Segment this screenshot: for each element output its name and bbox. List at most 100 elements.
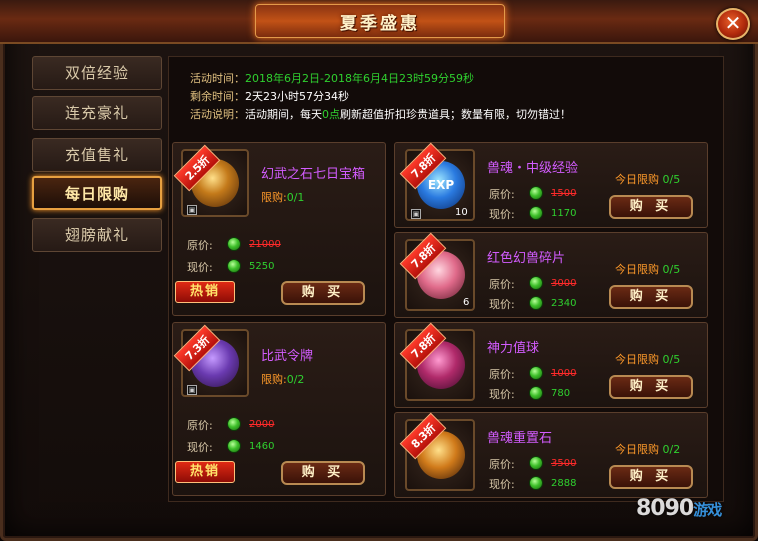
jade-coin-icon <box>529 476 543 490</box>
original-price-label: 原价: <box>489 458 515 471</box>
today-limit: 今日限购 0/5 <box>615 171 680 187</box>
current-price: 1460 <box>249 441 275 452</box>
limit-label: 限购: <box>261 373 287 386</box>
close-button[interactable]: ✕ <box>716 8 750 40</box>
jade-coin-icon <box>529 276 543 290</box>
today-limit-value: 0/2 <box>662 443 681 456</box>
event-desc-row: 活动说明：活动期间，每天0点刷新超值折扣珍贵道具；数量有限，切勿错过！ <box>190 106 571 124</box>
sidebar-item-recharge-sale[interactable]: 充值售礼 <box>32 138 162 172</box>
jade-coin-icon <box>529 186 543 200</box>
today-limit-label: 今日限购 <box>615 443 659 456</box>
current-price-label: 现价: <box>489 388 515 401</box>
original-price: 1000 <box>551 368 577 379</box>
watermark-number: 8090 <box>636 496 694 521</box>
site-watermark: 8090游戏 <box>636 496 722 521</box>
event-desc-post: 刷新超值折扣珍贵道具；数量有限，切勿错过！ <box>340 108 571 121</box>
today-limit-label: 今日限购 <box>615 173 659 186</box>
event-time-row: 活动时间：2018年6月2日-2018年6月4日23时59分59秒 <box>190 70 571 88</box>
event-desc-label: 活动说明： <box>190 108 245 121</box>
item-card: EXP ▣ 10 7.8折 兽魂・中级经验 今日限购 0/5 原价: 1500 … <box>394 142 708 228</box>
current-price-label: 现价: <box>187 441 213 454</box>
remaining-time-value: 2天23小时57分34秒 <box>245 90 349 103</box>
item-card: 8.3折 兽魂重置石 今日限购 0/2 原价: 3500 现价: 2888 购 … <box>394 412 708 498</box>
sidebar-item-double-exp[interactable]: 双倍经验 <box>32 56 162 90</box>
current-price-label: 现价: <box>187 261 213 274</box>
current-price: 2340 <box>551 298 577 309</box>
item-name: 比武令牌 <box>261 349 314 364</box>
item-name: 兽魂・中级经验 <box>487 161 579 176</box>
limit-label: 限购: <box>261 191 287 204</box>
buy-button[interactable]: 购 买 <box>609 465 693 489</box>
original-price-label: 原价: <box>489 188 515 201</box>
item-quantity: 6 <box>463 297 470 308</box>
buy-button[interactable]: 购 买 <box>609 195 693 219</box>
current-price-label: 现价: <box>489 478 515 491</box>
event-desc-pre: 活动期间，每天 <box>245 108 322 121</box>
today-limit-label: 今日限购 <box>615 263 659 276</box>
jade-coin-icon <box>529 206 543 220</box>
watermark-text: 游戏 <box>693 501 722 519</box>
event-time-label: 活动时间： <box>190 72 245 85</box>
limit-value: 0/2 <box>286 373 305 386</box>
bound-lock-icon: ▣ <box>411 209 421 219</box>
window-title: 夏季盛惠 <box>340 14 420 34</box>
jade-coin-icon <box>227 439 241 453</box>
jade-coin-icon <box>227 259 241 273</box>
event-info: 活动时间：2018年6月2日-2018年6月4日23时59分59秒 剩余时间：2… <box>190 70 571 124</box>
bound-lock-icon: ▣ <box>187 205 197 215</box>
jade-coin-icon <box>227 237 241 251</box>
current-price-label: 现价: <box>489 208 515 221</box>
item-name: 兽魂重置石 <box>487 431 553 446</box>
item-card: 6 7.8折 红色幻兽碎片 今日限购 0/5 原价: 3000 现价: 2340… <box>394 232 708 318</box>
today-limit: 今日限购 0/2 <box>615 441 680 457</box>
item-name: 红色幻兽碎片 <box>487 251 566 266</box>
sidebar-item-daily-limit[interactable]: 每日限购 <box>32 176 162 210</box>
today-limit-label: 今日限购 <box>615 353 659 366</box>
bound-lock-icon: ▣ <box>187 385 197 395</box>
item-card: ▣ 7.3折 比武令牌 限购:0/2 原价: 2000 现价: 1460 热销 … <box>172 322 386 496</box>
original-price: 1500 <box>551 188 577 199</box>
original-price-label: 原价: <box>489 278 515 291</box>
current-price: 5250 <box>249 261 275 272</box>
current-price-label: 现价: <box>489 298 515 311</box>
original-price: 3000 <box>551 278 577 289</box>
original-price-label: 原价: <box>187 239 213 252</box>
original-price-label: 原价: <box>187 419 213 432</box>
event-desc-highlight: 0点 <box>322 108 340 121</box>
sidebar-item-wing-gift[interactable]: 翅膀献礼 <box>32 218 162 252</box>
item-quantity: 10 <box>455 207 468 218</box>
item-name: 幻武之石七日宝箱 <box>261 167 366 182</box>
jade-coin-icon <box>529 386 543 400</box>
buy-button[interactable]: 购 买 <box>609 375 693 399</box>
item-limit: 限购:0/2 <box>261 371 304 387</box>
event-time-value: 2018年6月2日-2018年6月4日23时59分59秒 <box>245 72 474 85</box>
original-price: 2000 <box>249 419 275 430</box>
hot-sale-badge: 热销 <box>175 461 235 483</box>
buy-button[interactable]: 购 买 <box>281 461 365 485</box>
hot-sale-badge: 热销 <box>175 281 235 303</box>
today-limit: 今日限购 0/5 <box>615 261 680 277</box>
original-price-label: 原价: <box>489 368 515 381</box>
jade-coin-icon <box>529 296 543 310</box>
jade-coin-icon <box>529 456 543 470</box>
jade-coin-icon <box>529 366 543 380</box>
item-card: ▣ 2.5折 幻武之石七日宝箱 限购:0/1 原价: 21000 现价: 525… <box>172 142 386 316</box>
jade-coin-icon <box>227 417 241 431</box>
buy-button[interactable]: 购 买 <box>281 281 365 305</box>
today-limit-value: 0/5 <box>662 353 681 366</box>
item-name: 神力值球 <box>487 341 540 356</box>
buy-button[interactable]: 购 买 <box>609 285 693 309</box>
item-card: 7.8折 神力值球 今日限购 0/5 原价: 1000 现价: 780 购 买 <box>394 322 708 408</box>
original-price: 3500 <box>551 458 577 469</box>
current-price: 780 <box>551 388 571 399</box>
today-limit-value: 0/5 <box>662 173 681 186</box>
today-limit: 今日限购 0/5 <box>615 351 680 367</box>
current-price: 1170 <box>551 208 577 219</box>
sidebar-item-recharge-gift[interactable]: 连充豪礼 <box>32 96 162 130</box>
original-price: 21000 <box>249 239 281 250</box>
current-price: 2888 <box>551 478 577 489</box>
limit-value: 0/1 <box>286 191 305 204</box>
remaining-time-label: 剩余时间： <box>190 90 245 103</box>
today-limit-value: 0/5 <box>662 263 681 276</box>
item-limit: 限购:0/1 <box>261 189 304 205</box>
